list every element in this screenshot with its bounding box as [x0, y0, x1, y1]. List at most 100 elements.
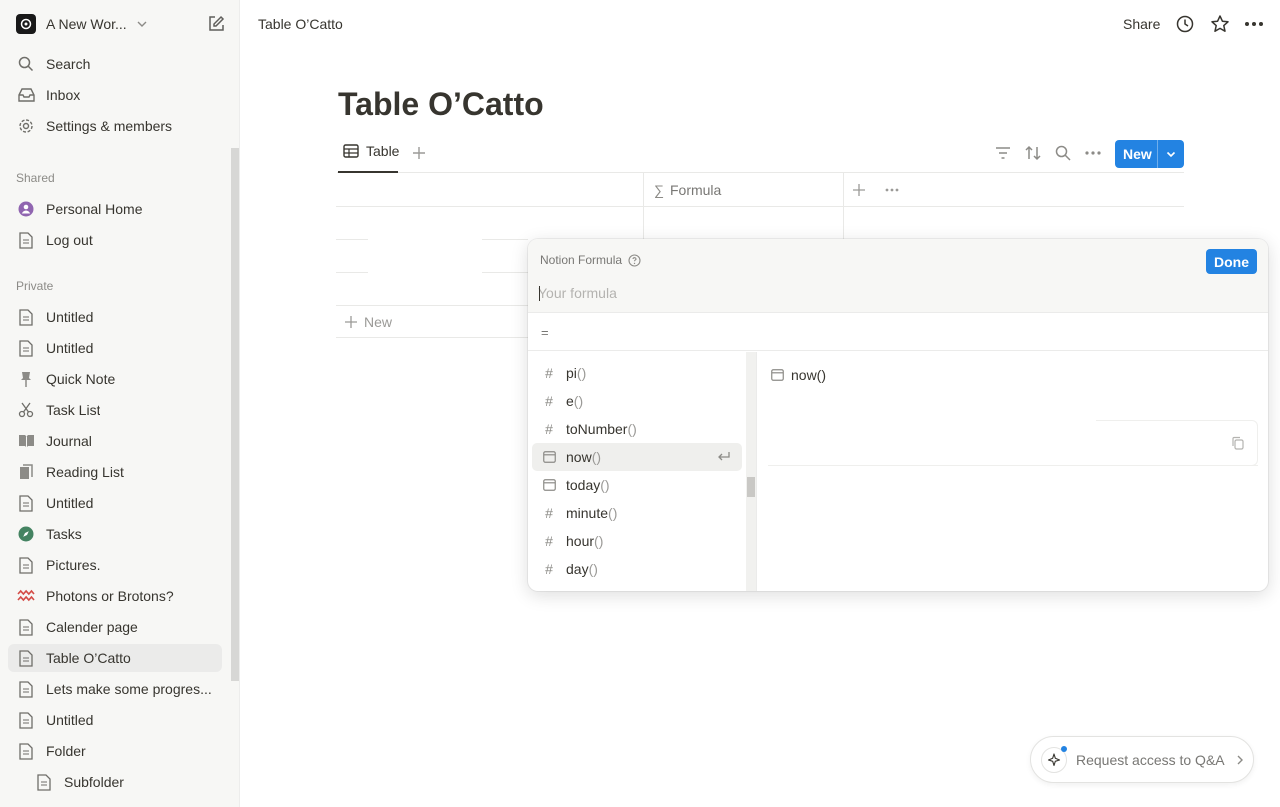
page-icon	[16, 555, 36, 575]
done-button[interactable]: Done	[1206, 249, 1257, 274]
sidebar-item-label: Reading List	[46, 464, 124, 480]
tab-label: Table	[366, 143, 400, 159]
new-button[interactable]: New	[1115, 140, 1184, 168]
sidebar-item-label: Pictures.	[46, 557, 101, 573]
sidebar-scrollbar[interactable]	[231, 148, 239, 681]
sparkle-icon	[1041, 745, 1067, 773]
more-icon[interactable]	[884, 182, 900, 198]
example-divider	[768, 465, 1258, 466]
more-icon[interactable]	[1244, 14, 1264, 34]
request-qa-button[interactable]: Request access to Q&A	[1030, 736, 1254, 783]
list-item[interactable]: today()	[532, 471, 742, 499]
function-list-scrollbar[interactable]	[746, 352, 756, 591]
sidebar-item-label: Folder	[46, 743, 86, 759]
sidebar-item-photons[interactable]: Photons or Brotons?	[8, 582, 222, 610]
sidebar-item-reading-list[interactable]: Reading List	[8, 458, 222, 486]
calendar-icon	[540, 479, 558, 491]
filter-icon[interactable]	[994, 144, 1012, 162]
sidebar-item-label: Photons or Brotons?	[46, 588, 174, 604]
sidebar-item-untitled[interactable]: Untitled	[8, 334, 222, 362]
sidebar-item-subfolder[interactable]: Subfolder	[8, 768, 222, 796]
sort-icon[interactable]	[1024, 144, 1042, 162]
sidebar-item-lets-make-progress[interactable]: Lets make some progres...	[8, 675, 222, 703]
star-icon[interactable]	[1210, 14, 1230, 34]
function-parens: ()	[627, 421, 637, 437]
add-column-icon[interactable]	[851, 182, 867, 198]
function-detail-title: now()	[771, 367, 826, 383]
formula-editor-popup: Notion Formula Done = # pi() # e() # toN…	[528, 239, 1268, 591]
column-divider	[843, 173, 844, 239]
sidebar-item-label: Subfolder	[64, 774, 124, 790]
sidebar-item-journal[interactable]: Journal	[8, 427, 222, 455]
sidebar-item-tasks[interactable]: Tasks	[8, 520, 222, 548]
function-parens: ()	[576, 365, 587, 381]
sidebar-item-table-ocatto[interactable]: Table O’Catto	[8, 644, 222, 672]
sidebar-item-personal-home[interactable]: Personal Home	[8, 195, 222, 223]
column-label: Formula	[669, 182, 722, 198]
sidebar-item-label: Quick Note	[46, 371, 116, 387]
clock-icon[interactable]	[1175, 14, 1195, 34]
workspace-switcher[interactable]: A New Wor...	[8, 10, 232, 38]
scissors-icon	[16, 400, 36, 420]
sidebar-item-label: Untitled	[46, 340, 94, 356]
function-name: today	[566, 477, 601, 493]
sidebar: A New Wor... Search Inbox Settings & mem…	[0, 0, 240, 807]
page-title[interactable]: Table O’Catto	[338, 86, 544, 123]
list-item-selected[interactable]: now()	[532, 443, 742, 471]
sidebar-item-label: Inbox	[46, 87, 81, 103]
pin-icon	[16, 369, 36, 389]
chevron-down-icon[interactable]	[135, 17, 149, 31]
formula-result-preview: =	[528, 314, 1268, 351]
search-icon[interactable]	[1054, 144, 1072, 162]
book-icon	[16, 431, 36, 451]
table-row	[336, 272, 368, 273]
sidebar-item-log-out[interactable]: Log out	[8, 226, 222, 254]
sidebar-item-task-list[interactable]: Task List	[8, 396, 222, 424]
page-icon	[16, 679, 36, 699]
function-parens: ()	[588, 561, 598, 577]
sidebar-item-quick-note[interactable]: Quick Note	[8, 365, 222, 393]
sigma-icon: ∑	[654, 182, 664, 198]
number-icon: #	[545, 561, 553, 577]
add-row-button[interactable]: New	[344, 314, 392, 330]
formula-input[interactable]	[538, 283, 1238, 303]
sidebar-item-inbox[interactable]: Inbox	[8, 81, 222, 109]
scrollbar-thumb[interactable]	[747, 477, 755, 497]
view-divider	[337, 172, 1184, 173]
table-row	[336, 305, 528, 306]
section-label-shared: Shared	[16, 171, 55, 185]
list-item[interactable]: # toNumber()	[532, 415, 742, 443]
gear-icon	[16, 116, 36, 136]
new-page-icon[interactable]	[206, 14, 226, 34]
sidebar-item-untitled[interactable]: Untitled	[8, 489, 222, 517]
function-name: e	[566, 393, 574, 409]
column-header-formula[interactable]: ∑ Formula	[654, 182, 721, 198]
table-row	[336, 239, 368, 240]
tab-table-view[interactable]: Table	[343, 143, 399, 159]
sidebar-item-folder[interactable]: Folder	[8, 737, 222, 765]
qa-button-label: Request access to Q&A	[1076, 751, 1225, 768]
list-item[interactable]: # e()	[532, 387, 742, 415]
sidebar-item-settings[interactable]: Settings & members	[8, 112, 222, 140]
sidebar-item-untitled[interactable]: Untitled	[8, 706, 222, 734]
table-footer-line	[336, 337, 528, 338]
formula-editor-header: Notion Formula Done	[528, 239, 1268, 313]
add-row-label: New	[364, 314, 393, 330]
sidebar-item-label: Log out	[46, 232, 93, 248]
list-item[interactable]: # minute()	[532, 499, 742, 527]
sidebar-item-pictures[interactable]: Pictures.	[8, 551, 222, 579]
more-icon[interactable]	[1084, 144, 1102, 162]
sidebar-item-calender-page[interactable]: Calender page	[8, 613, 222, 641]
breadcrumb[interactable]: Table O’Catto	[258, 16, 343, 32]
share-button[interactable]: Share	[1123, 16, 1160, 32]
help-icon[interactable]	[628, 253, 641, 267]
copy-icon[interactable]	[1231, 436, 1245, 450]
sidebar-item-search[interactable]: Search	[8, 50, 222, 78]
sidebar-item-untitled[interactable]: Untitled	[8, 303, 222, 331]
function-parens: ()	[594, 533, 604, 549]
add-view-icon[interactable]	[410, 144, 428, 162]
list-item[interactable]: # hour()	[532, 527, 742, 555]
list-item[interactable]: # day()	[532, 555, 742, 583]
chevron-down-icon[interactable]	[1158, 148, 1184, 160]
list-item[interactable]: # pi()	[532, 359, 742, 387]
